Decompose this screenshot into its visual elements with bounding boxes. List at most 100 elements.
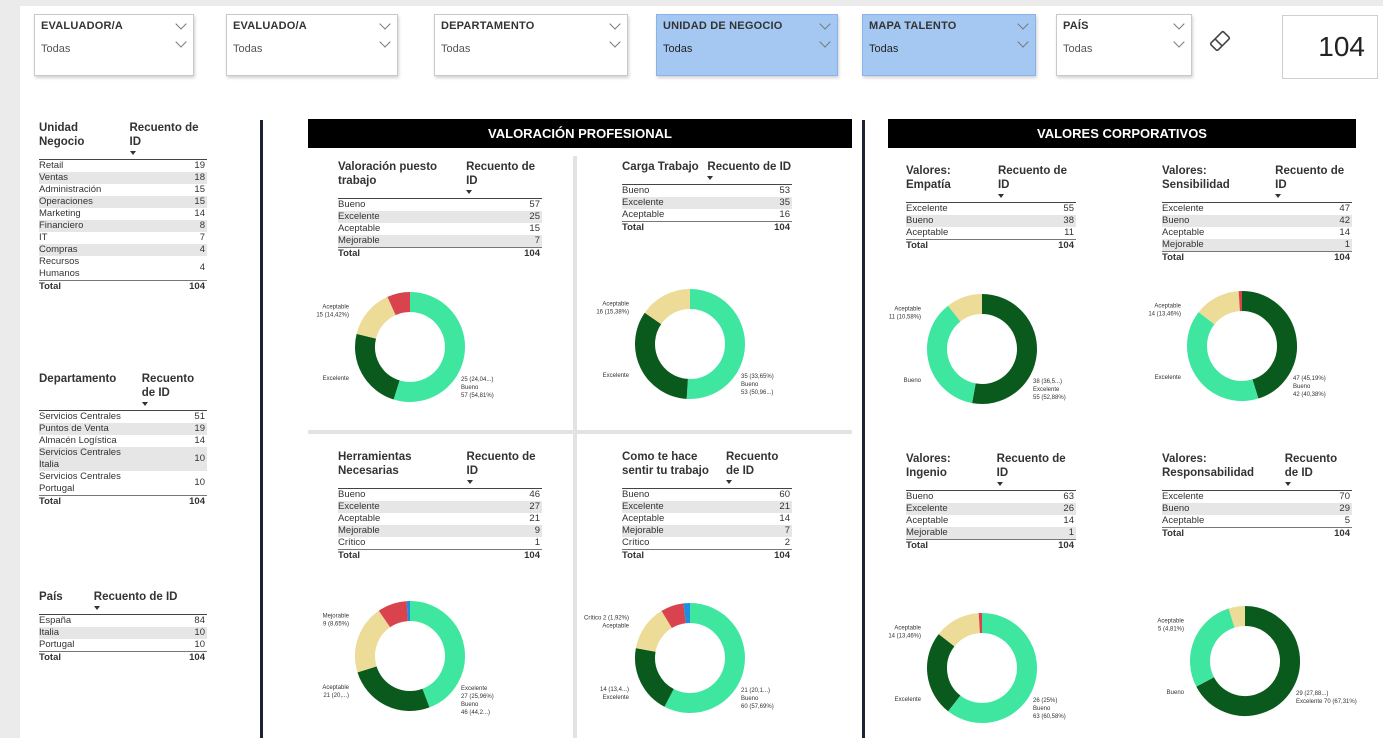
table-row[interactable]: Bueno 38 xyxy=(906,215,1076,227)
column-header[interactable]: Valores: Sensibilidad xyxy=(1162,164,1268,203)
donut-slice-excelente[interactable] xyxy=(635,648,675,707)
table-row[interactable]: Mejorable 1 xyxy=(1162,239,1352,252)
table-row[interactable]: IT 7 xyxy=(39,232,207,244)
donut-slice-bueno[interactable] xyxy=(409,601,465,708)
column-header-sorted[interactable]: Recuento de ID xyxy=(989,164,1076,203)
slicer-departamento[interactable]: DEPARTAMENTO Todas xyxy=(434,14,628,76)
table-row[interactable]: Aceptable 21 xyxy=(338,513,542,525)
donut-slice-bueno[interactable] xyxy=(664,603,745,713)
column-header[interactable]: Valores: Empatía xyxy=(906,164,990,203)
donut-slice-aceptable[interactable] xyxy=(938,613,981,647)
table-row[interactable]: Recursos Humanos 4 xyxy=(39,256,207,281)
slicer-pais[interactable]: PAÍS Todas xyxy=(1056,14,1192,76)
column-header[interactable]: Unidad Negocio xyxy=(39,121,122,160)
donut-slice-bueno[interactable] xyxy=(1187,312,1259,401)
column-header-sorted[interactable]: Recuento de ID xyxy=(121,121,207,160)
column-header-sorted[interactable]: Recuento de ID xyxy=(717,450,792,489)
table-row[interactable]: Mejorable 9 xyxy=(338,525,542,537)
slicer-evaluado[interactable]: EVALUADO/A Todas xyxy=(226,14,398,76)
chevron-down-icon[interactable] xyxy=(379,36,391,48)
table-row[interactable]: Crítico 1 xyxy=(338,537,542,550)
table-row[interactable]: España 84 xyxy=(39,615,207,628)
table-row[interactable]: Bueno 42 xyxy=(1162,215,1352,227)
table-row[interactable]: Bueno 60 xyxy=(622,489,792,502)
column-header-sorted[interactable]: Recuento de ID xyxy=(458,450,542,489)
column-header[interactable]: País xyxy=(39,590,86,615)
column-header-sorted[interactable]: Recuento de ID xyxy=(1267,164,1352,203)
table-row[interactable]: Servicios Centrales Italia 10 xyxy=(39,447,207,471)
table-row[interactable]: Retail 19 xyxy=(39,160,207,173)
column-header-sorted[interactable]: Recuento de ID xyxy=(1276,452,1352,491)
table-row[interactable]: Bueno 57 xyxy=(338,199,542,212)
table-row[interactable]: Italia 10 xyxy=(39,627,207,639)
table-row[interactable]: Excelente 55 xyxy=(906,203,1076,216)
donut-slice-excelente[interactable] xyxy=(355,333,401,400)
table-row[interactable]: Aceptable 11 xyxy=(906,227,1076,240)
table-row[interactable]: Ventas 18 xyxy=(39,172,207,184)
donut-slice-aceptable[interactable] xyxy=(355,610,391,673)
table-row[interactable]: Excelente 25 xyxy=(338,211,542,223)
table-row[interactable]: Mejorable 1 xyxy=(906,527,1076,540)
table-row[interactable]: Aceptable 5 xyxy=(1162,515,1352,528)
donut-slice-excelente[interactable] xyxy=(357,665,430,711)
table-row[interactable]: Puntos de Venta 19 xyxy=(39,423,207,435)
table-row[interactable]: Excelente 21 xyxy=(622,501,792,513)
table-row[interactable]: Bueno 63 xyxy=(906,491,1076,504)
donut-slice-mejorable[interactable] xyxy=(378,601,409,628)
donut-slice-excelente[interactable] xyxy=(927,634,961,712)
column-header-sorted[interactable]: Recuento de ID xyxy=(988,452,1076,491)
column-header[interactable]: Herramientas Necesarias xyxy=(338,450,459,489)
donut-slice-bueno[interactable] xyxy=(927,305,977,404)
donut-slice-bueno[interactable] xyxy=(393,292,465,402)
eraser-icon[interactable] xyxy=(1205,26,1235,56)
table-row[interactable]: Operaciones 15 xyxy=(39,196,207,208)
table-row[interactable]: Excelente 47 xyxy=(1162,203,1352,216)
table-row[interactable]: Mejorable 7 xyxy=(622,525,792,537)
table-row[interactable]: Bueno 29 xyxy=(1162,503,1352,515)
table-row[interactable]: Compras 4 xyxy=(39,244,207,256)
table-row[interactable]: Aceptable 14 xyxy=(1162,227,1352,239)
chevron-down-icon[interactable] xyxy=(1017,36,1029,48)
table-row[interactable]: Administración 15 xyxy=(39,184,207,196)
donut-slice-mejorable[interactable] xyxy=(387,292,411,316)
table-row[interactable]: Aceptable 16 xyxy=(622,209,792,222)
column-header[interactable]: Valores: Responsabilidad xyxy=(1162,452,1277,491)
donut-slice-excelente[interactable] xyxy=(972,294,1037,404)
donut-slice-aceptable[interactable] xyxy=(635,610,673,653)
donut-slice-aceptable[interactable] xyxy=(356,296,397,340)
table-row[interactable]: Excelente 27 xyxy=(338,501,542,513)
table-row[interactable]: Servicios Centrales 51 xyxy=(39,411,207,424)
table-row[interactable]: Bueno 46 xyxy=(338,489,542,502)
table-row[interactable]: Aceptable 14 xyxy=(906,515,1076,527)
slicer-evaluador[interactable]: EVALUADOR/A Todas xyxy=(34,14,194,76)
chevron-down-icon[interactable] xyxy=(175,36,187,48)
column-header[interactable]: Valores: Ingenio xyxy=(906,452,989,491)
column-header-sorted[interactable]: Recuento de ID xyxy=(133,372,207,411)
donut-slice-excelente[interactable] xyxy=(635,312,689,399)
column-header[interactable]: Valoración puesto trabajo xyxy=(338,160,459,199)
column-header[interactable]: Como te hace sentir tu trabajo xyxy=(622,450,718,489)
column-header-sorted[interactable]: Recuento de ID xyxy=(699,160,792,185)
donut-slice-bueno[interactable] xyxy=(686,289,745,399)
donut-slice-mejorable[interactable] xyxy=(661,603,687,629)
table-row[interactable]: Almacén Logística 14 xyxy=(39,435,207,447)
donut-slice-aceptable[interactable] xyxy=(1228,606,1246,628)
table-row[interactable]: Servicios Centrales Portugal 10 xyxy=(39,471,207,496)
table-row[interactable]: Bueno 53 xyxy=(622,185,792,198)
chevron-down-icon[interactable] xyxy=(609,36,621,48)
table-row[interactable]: Aceptable 14 xyxy=(622,513,792,525)
chevron-down-icon[interactable] xyxy=(1173,36,1185,48)
donut-slice-bueno[interactable] xyxy=(1190,608,1236,687)
slicer-mapa-talento[interactable]: MAPA TALENTO Todas xyxy=(862,14,1036,76)
table-row[interactable]: Aceptable 15 xyxy=(338,223,542,235)
chevron-down-icon[interactable] xyxy=(819,36,831,48)
table-row[interactable]: Financiero 8 xyxy=(39,220,207,232)
table-row[interactable]: Marketing 14 xyxy=(39,208,207,220)
table-row[interactable]: Mejorable 7 xyxy=(338,235,542,248)
table-row[interactable]: Excelente 35 xyxy=(622,197,792,209)
table-row[interactable]: Excelente 26 xyxy=(906,503,1076,515)
slicer-unidad-negocio[interactable]: UNIDAD DE NEGOCIO Todas xyxy=(656,14,838,76)
donut-slice-aceptable[interactable] xyxy=(948,294,983,322)
column-header-sorted[interactable]: Recuento de ID xyxy=(85,590,207,615)
column-header[interactable]: Carga Trabajo xyxy=(622,160,700,185)
